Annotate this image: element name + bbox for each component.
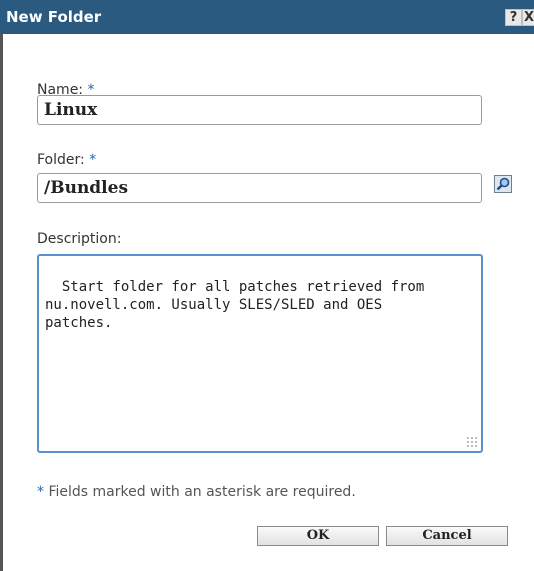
help-button[interactable]: ? [505, 9, 522, 26]
description-textarea[interactable]: Start folder for all patches retrieved f… [37, 254, 483, 453]
folder-label: Folder: * [37, 152, 97, 168]
dialog-titlebar: New Folder ? X [0, 0, 534, 34]
search-icon [496, 177, 510, 191]
folder-browse-button[interactable] [494, 175, 512, 193]
description-label: Description: [37, 231, 122, 247]
name-input[interactable]: Linux [37, 95, 482, 125]
required-asterisk: * [37, 484, 44, 500]
required-footnote: * Fields marked with an asterisk are req… [37, 484, 356, 500]
description-text: Start folder for all patches retrieved f… [45, 279, 425, 331]
dialog-title: New Folder [6, 8, 102, 26]
resize-grip-icon[interactable] [466, 436, 478, 448]
cancel-button[interactable]: Cancel [386, 526, 508, 546]
dialog-left-border [0, 34, 3, 571]
close-button[interactable]: X [522, 9, 534, 26]
folder-input[interactable]: /Bundles [37, 173, 482, 203]
ok-button[interactable]: OK [257, 526, 379, 546]
required-asterisk: * [89, 152, 97, 168]
